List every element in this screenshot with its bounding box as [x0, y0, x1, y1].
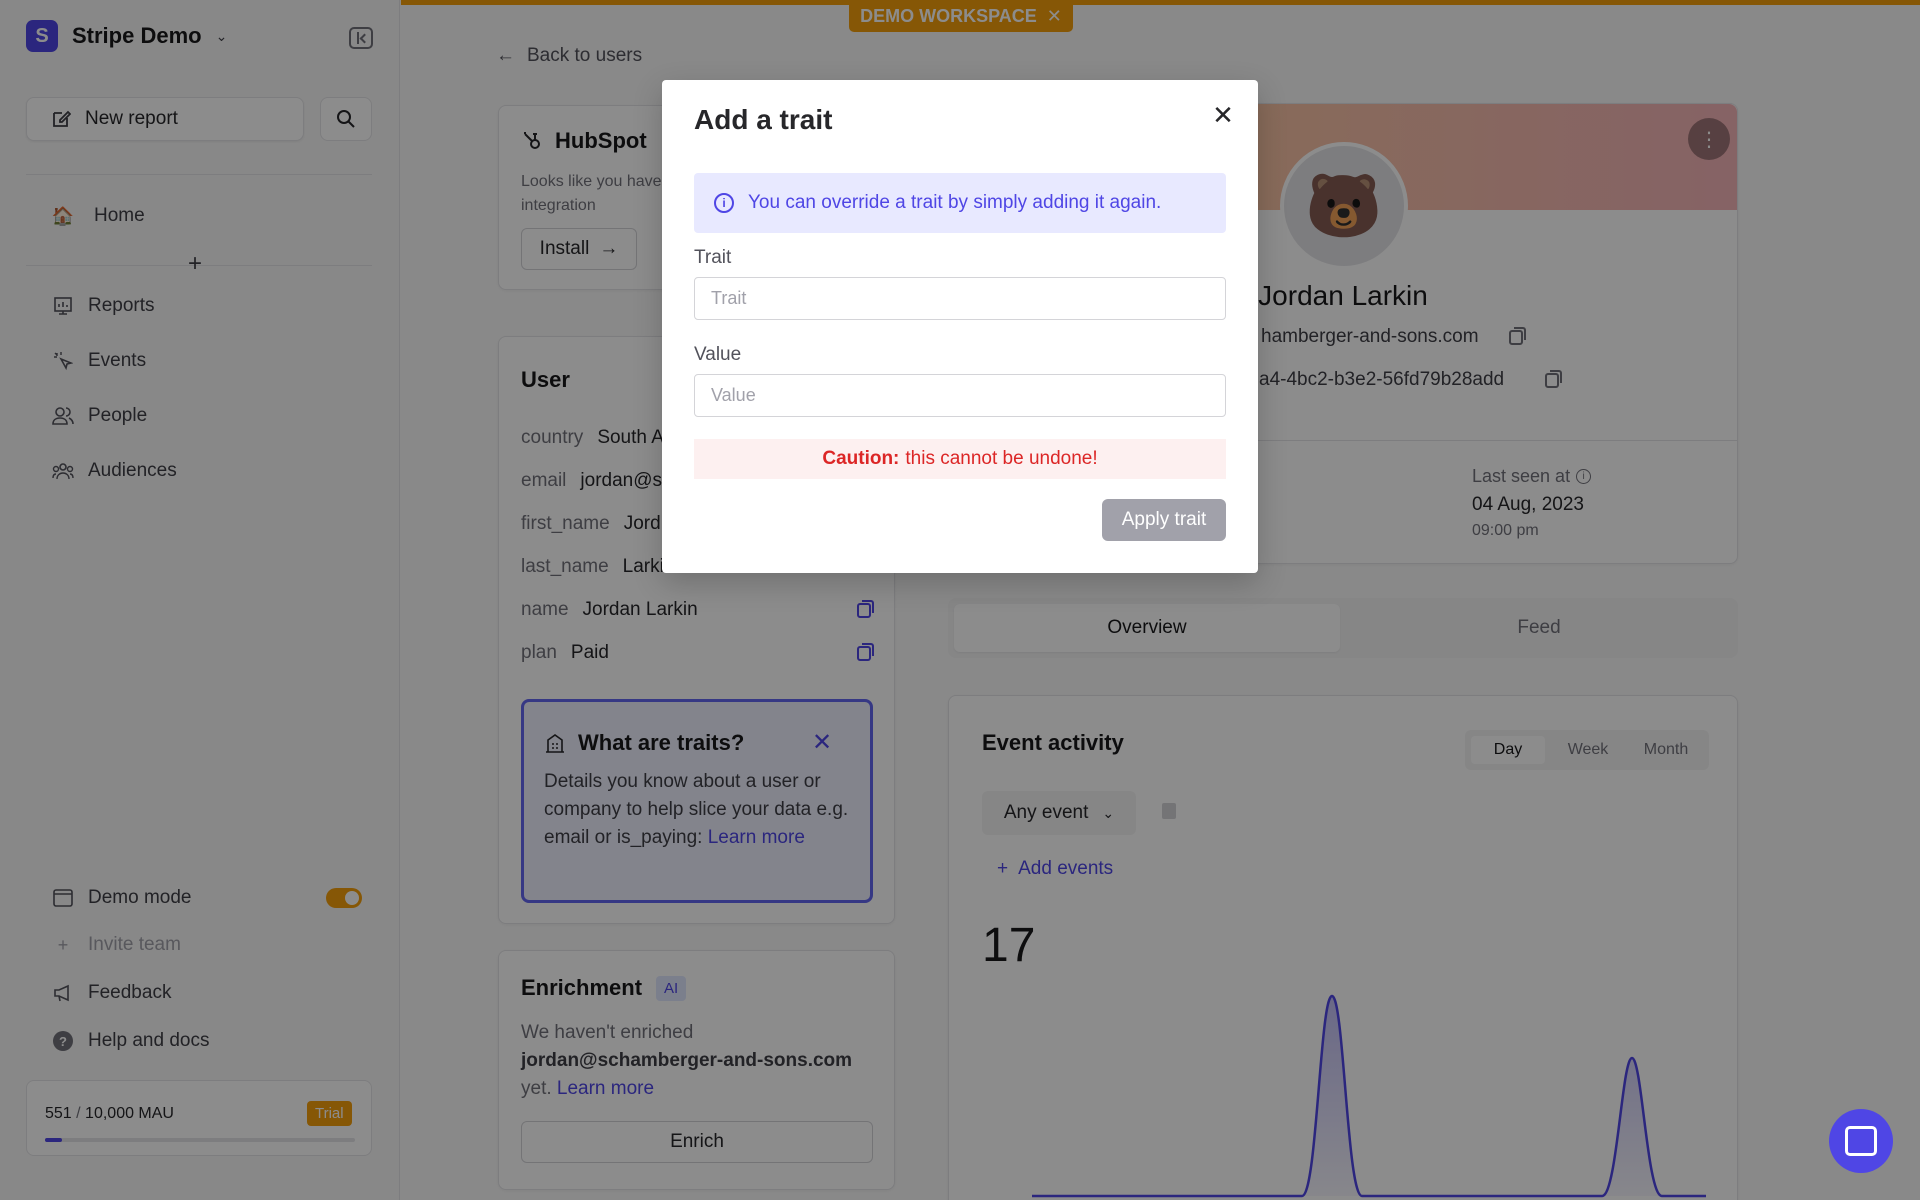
- trait-label: Trait: [694, 247, 732, 268]
- info-banner: i You can override a trait by simply add…: [694, 173, 1226, 233]
- close-icon[interactable]: ✕: [1208, 100, 1238, 130]
- info-text: You can override a trait by simply addin…: [748, 192, 1162, 213]
- trait-input[interactable]: [694, 277, 1226, 320]
- add-trait-modal: Add a trait ✕ i You can override a trait…: [662, 80, 1258, 573]
- chat-launcher-icon[interactable]: [1829, 1109, 1893, 1173]
- value-input[interactable]: [694, 374, 1226, 417]
- info-icon: i: [714, 193, 734, 213]
- caution-banner: Caution: this cannot be undone!: [694, 439, 1226, 479]
- value-label: Value: [694, 344, 742, 365]
- caution-text: this cannot be undone!: [905, 448, 1098, 469]
- modal-title: Add a trait: [694, 104, 833, 135]
- apply-trait-button[interactable]: Apply trait: [1102, 499, 1226, 541]
- caution-strong: Caution:: [822, 448, 900, 469]
